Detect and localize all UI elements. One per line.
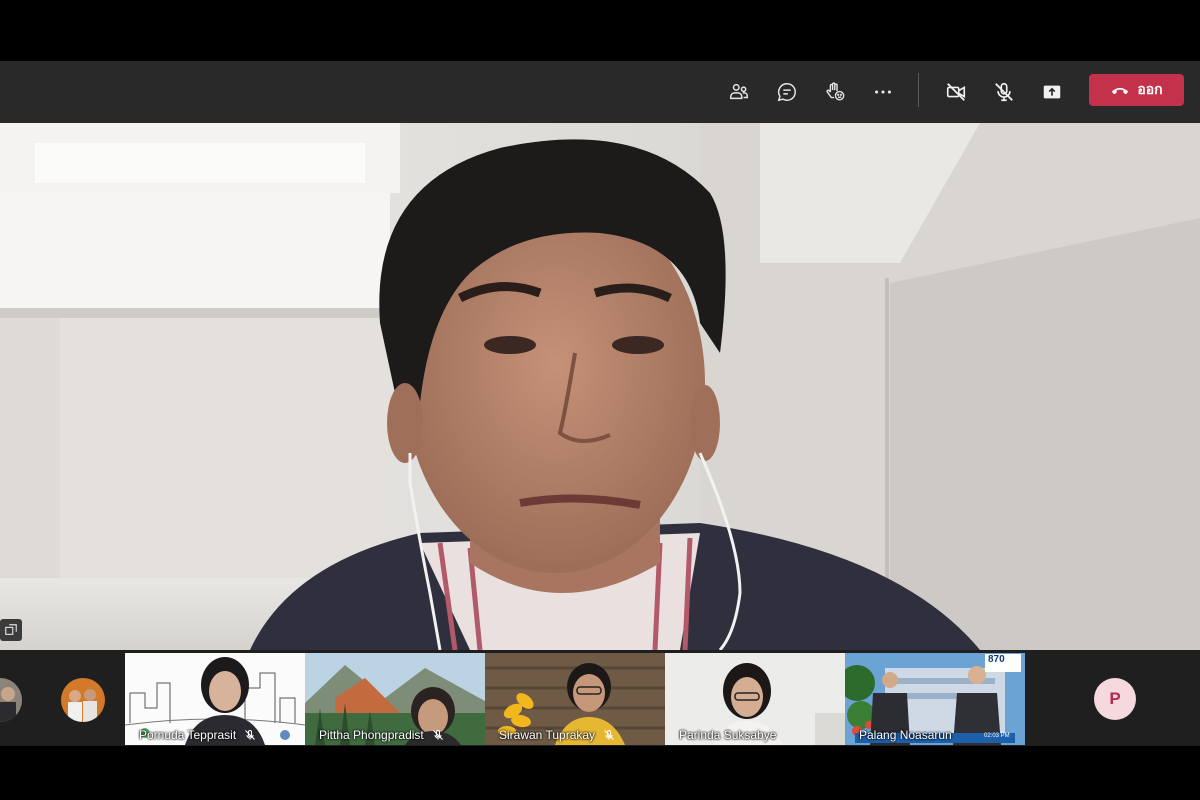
share-icon xyxy=(1043,85,1061,99)
share-button[interactable] xyxy=(1036,76,1068,108)
avatar-photo xyxy=(0,678,22,722)
chat-button[interactable] xyxy=(771,76,803,108)
participant-name: Pittha Phongpradist xyxy=(319,728,424,742)
participant-name-label: Parinda Suksabye xyxy=(679,728,776,742)
more-options-button[interactable] xyxy=(867,76,899,108)
more-icon xyxy=(875,90,891,94)
camera-toggle-button[interactable] xyxy=(940,76,972,108)
meeting-toolbar: ออก xyxy=(0,61,1200,123)
pin-video-button[interactable] xyxy=(0,619,22,641)
chat-icon xyxy=(777,83,796,102)
toolbar-divider xyxy=(918,73,919,107)
reactions-icon xyxy=(826,82,845,101)
participant-tile[interactable]: 870 02:03 PM Palang Noasarun xyxy=(845,653,1025,745)
reactions-button[interactable] xyxy=(819,76,851,108)
participant-avatar[interactable] xyxy=(61,678,105,722)
leave-button[interactable]: ออก xyxy=(1089,74,1184,106)
leave-label: ออก xyxy=(1137,81,1163,97)
participant-name: Parinda Suksabye xyxy=(679,728,777,742)
participant-tile[interactable]: Pittha Phongpradist xyxy=(305,653,485,745)
participant-name: Sirawan Tuprakay xyxy=(499,728,596,742)
mic-off-icon xyxy=(995,82,1013,102)
participant-avatar[interactable] xyxy=(0,678,22,722)
main-video-stage xyxy=(0,123,1200,650)
participant-tile[interactable]: Pornuda Tepprasit xyxy=(125,653,305,745)
participants-icon xyxy=(730,83,748,100)
mic-muted-icon xyxy=(432,729,443,740)
participant-name-label: Pornuda Tepprasit xyxy=(139,728,256,742)
participant-name-label: Pittha Phongpradist xyxy=(319,728,444,742)
participant-tile[interactable]: Sirawan Tuprakay xyxy=(485,653,665,745)
participant-name: Pornuda Tepprasit xyxy=(139,728,237,742)
participant-name-label: Palang Noasarun xyxy=(859,728,952,742)
broadcast-channel: 870 xyxy=(988,654,1005,665)
hang-up-icon xyxy=(1112,87,1129,95)
mic-muted-icon xyxy=(604,729,614,740)
participant-name: Palang Noasarun xyxy=(859,728,952,742)
mic-toggle-button[interactable] xyxy=(988,76,1020,108)
participant-gallery: Pornuda Tepprasit Pittha Phongpradist Si… xyxy=(0,650,1200,746)
video-options-icon xyxy=(5,624,17,635)
avatar-photo xyxy=(61,678,105,722)
participant-tile[interactable]: Parinda Suksabye xyxy=(665,653,845,745)
overflow-participant-avatar[interactable]: P xyxy=(1094,678,1136,720)
participant-name-label: Sirawan Tuprakay xyxy=(499,728,615,742)
camera-off-icon xyxy=(946,83,966,101)
mic-muted-icon xyxy=(245,729,256,740)
broadcast-time: 02:03 PM xyxy=(984,733,1010,739)
speaker-video-image xyxy=(0,123,1200,650)
participants-button[interactable] xyxy=(723,76,755,108)
